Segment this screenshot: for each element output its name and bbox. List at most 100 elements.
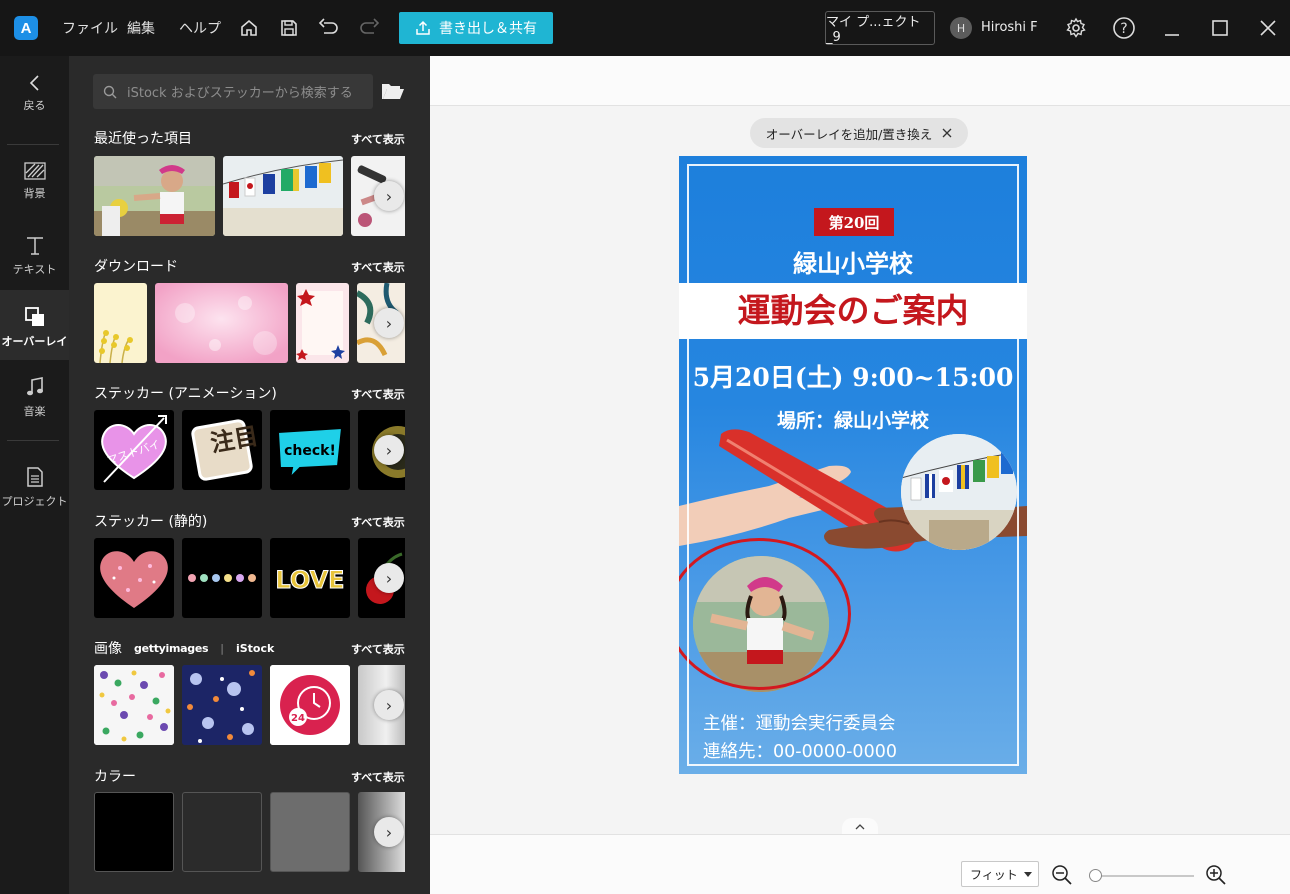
sticker-check-text: check!: [284, 443, 336, 459]
sticker-heart-arrow[interactable]: マストバイ: [94, 410, 174, 490]
download-thumb-yellow-flowers[interactable]: [94, 283, 147, 363]
see-all-downloads-link[interactable]: すべて表示: [351, 259, 405, 275]
search-box[interactable]: iStock およびステッカーから検索する: [93, 74, 373, 109]
section-title-colors: カラー: [94, 769, 136, 785]
recent-thumb-child-photo[interactable]: [94, 156, 215, 236]
see-all-colors-link[interactable]: すべて表示: [351, 769, 405, 785]
zoom-slider-track[interactable]: [1090, 875, 1194, 877]
maximize-icon[interactable]: [1208, 16, 1232, 40]
svg-text:?: ?: [1120, 21, 1127, 37]
title-bar: A ファイル 編集 ヘルプ 書き出し＆共有 マイ プ...ェクト_9 H Hir…: [0, 0, 1290, 56]
project-name-button[interactable]: マイ プ...ェクト_9: [825, 11, 935, 45]
sticker-love-text: LOVE: [275, 566, 344, 594]
user-avatar[interactable]: H: [950, 17, 972, 39]
image-thumb-floral-pattern[interactable]: [94, 665, 174, 745]
undo-icon[interactable]: [317, 16, 341, 40]
see-all-static-stickers-link[interactable]: すべて表示: [351, 514, 405, 530]
search-input[interactable]: iStock およびステッカーから検索する: [127, 82, 353, 101]
home-icon[interactable]: [237, 16, 261, 40]
image-thumb-24h-clock[interactable]: 24: [270, 665, 350, 745]
nav-item-text[interactable]: テキスト: [0, 234, 69, 277]
date-time-text[interactable]: 5月20日(土) 9:00~15:00: [679, 358, 1027, 394]
export-share-label: 書き出し＆共有: [439, 21, 537, 37]
zoom-fit-value: フィット: [970, 867, 1018, 882]
sticker-check[interactable]: check!: [270, 410, 350, 490]
recent-next-button[interactable]: ›: [374, 181, 404, 211]
gettyimages-logo: gettyimages: [134, 641, 209, 655]
overlay-icon: [24, 307, 44, 326]
document-icon: [26, 467, 43, 487]
color-swatch-gray[interactable]: [270, 792, 350, 872]
sticker-dot-beads[interactable]: [182, 538, 262, 618]
menu-help[interactable]: ヘルプ: [179, 18, 221, 38]
music-note-icon: [26, 377, 43, 396]
contact-text[interactable]: 連絡先：00-0000-0000: [703, 738, 897, 763]
section-title-images: 画像 gettyimages | iStock: [94, 641, 275, 657]
location-text[interactable]: 場所：緑山小学校: [679, 406, 1027, 433]
downloads-next-button[interactable]: ›: [374, 308, 404, 338]
add-replace-overlay-chip[interactable]: オーバーレイを追加/置き換え: [750, 118, 968, 148]
nav-item-label: オーバーレイ: [1, 335, 68, 348]
nav-divider: [7, 440, 59, 441]
app-window: A ファイル 編集 ヘルプ 書き出し＆共有 マイ プ...ェクト_9 H Hir…: [0, 0, 1290, 894]
user-name[interactable]: Hiroshi F: [981, 20, 1038, 35]
section-title-animated-stickers: ステッカー (アニメーション): [94, 386, 277, 402]
color-swatch-dark-gray[interactable]: [182, 792, 262, 872]
colors-next-button[interactable]: ›: [374, 817, 404, 847]
menu-file[interactable]: ファイル: [62, 18, 118, 38]
close-icon[interactable]: [942, 128, 952, 138]
image-thumb-navy-floral[interactable]: [182, 665, 262, 745]
zoom-fit-select[interactable]: フィット: [961, 861, 1039, 887]
text-t-icon: [26, 237, 43, 255]
nav-back[interactable]: 戻る: [0, 74, 69, 113]
zoom-slider-thumb[interactable]: [1089, 869, 1102, 882]
download-thumb-stars-frame[interactable]: [296, 283, 349, 363]
organizer-text[interactable]: 主催：運動会実行委員会: [703, 710, 896, 735]
section-title-downloads: ダウンロード: [94, 259, 178, 275]
sticker-attention[interactable]: 注目: [182, 410, 262, 490]
section-title-recent: 最近使った項目: [94, 131, 192, 147]
overlay-panel: iStock およびステッカーから検索する 最近使った項目 すべて表示 › ダウ…: [69, 56, 430, 894]
color-swatch-black[interactable]: [94, 792, 174, 872]
animated-stickers-next-button[interactable]: ›: [374, 435, 404, 465]
canvas-toolbar: [430, 56, 1290, 106]
nav-item-background[interactable]: 背景: [0, 162, 69, 201]
recent-thumb-flags[interactable]: [223, 156, 343, 236]
left-nav: 戻る 背景 テキスト オーバーレイ 音楽 プロジェクト: [0, 56, 69, 894]
clock-24-text: 24: [291, 713, 305, 724]
add-replace-overlay-label: オーバーレイを追加/置き換え: [765, 126, 933, 142]
istock-logo: iStock: [235, 641, 275, 655]
nav-item-label: 音楽: [23, 405, 46, 418]
export-share-button[interactable]: 書き出し＆共有: [399, 12, 553, 44]
design-poster[interactable]: 第20回 緑山小学校 運動会のご案内 5月20日(土) 9:00~15:00 場…: [679, 156, 1027, 774]
images-next-button[interactable]: ›: [374, 690, 404, 720]
school-title-text[interactable]: 緑山小学校: [679, 244, 1027, 279]
expand-timeline-toggle[interactable]: [842, 818, 878, 834]
section-title-static-stickers: ステッカー (静的): [94, 514, 208, 530]
minimize-icon[interactable]: [1160, 16, 1184, 40]
menu-edit[interactable]: 編集: [127, 18, 155, 38]
nav-item-project[interactable]: プロジェクト: [0, 466, 69, 509]
save-icon[interactable]: [277, 16, 301, 40]
zoom-in-icon[interactable]: [1205, 864, 1227, 890]
app-logo-icon: A: [14, 16, 38, 40]
close-icon[interactable]: [1256, 16, 1280, 40]
edition-badge[interactable]: 第20回: [814, 208, 894, 236]
sticker-love[interactable]: LOVE: [270, 538, 350, 618]
chevron-up-icon: [855, 823, 865, 829]
see-all-animated-stickers-link[interactable]: すべて表示: [351, 386, 405, 402]
nav-item-music[interactable]: 音楽: [0, 376, 69, 419]
help-icon[interactable]: ?: [1112, 16, 1136, 40]
zoom-out-icon[interactable]: [1051, 864, 1073, 890]
redo-icon[interactable]: [357, 16, 381, 40]
see-all-recent-link[interactable]: すべて表示: [351, 131, 405, 147]
see-all-images-link[interactable]: すべて表示: [351, 641, 405, 657]
event-title-text[interactable]: 運動会のご案内: [679, 286, 1027, 336]
static-stickers-next-button[interactable]: ›: [374, 563, 404, 593]
search-icon: [103, 85, 117, 98]
sticker-glitter-heart[interactable]: [94, 538, 174, 618]
nav-item-overlay[interactable]: オーバーレイ: [0, 290, 69, 360]
folder-open-icon[interactable]: [381, 81, 405, 101]
download-thumb-pink-bokeh[interactable]: [155, 283, 288, 363]
settings-gear-icon[interactable]: [1064, 16, 1088, 40]
